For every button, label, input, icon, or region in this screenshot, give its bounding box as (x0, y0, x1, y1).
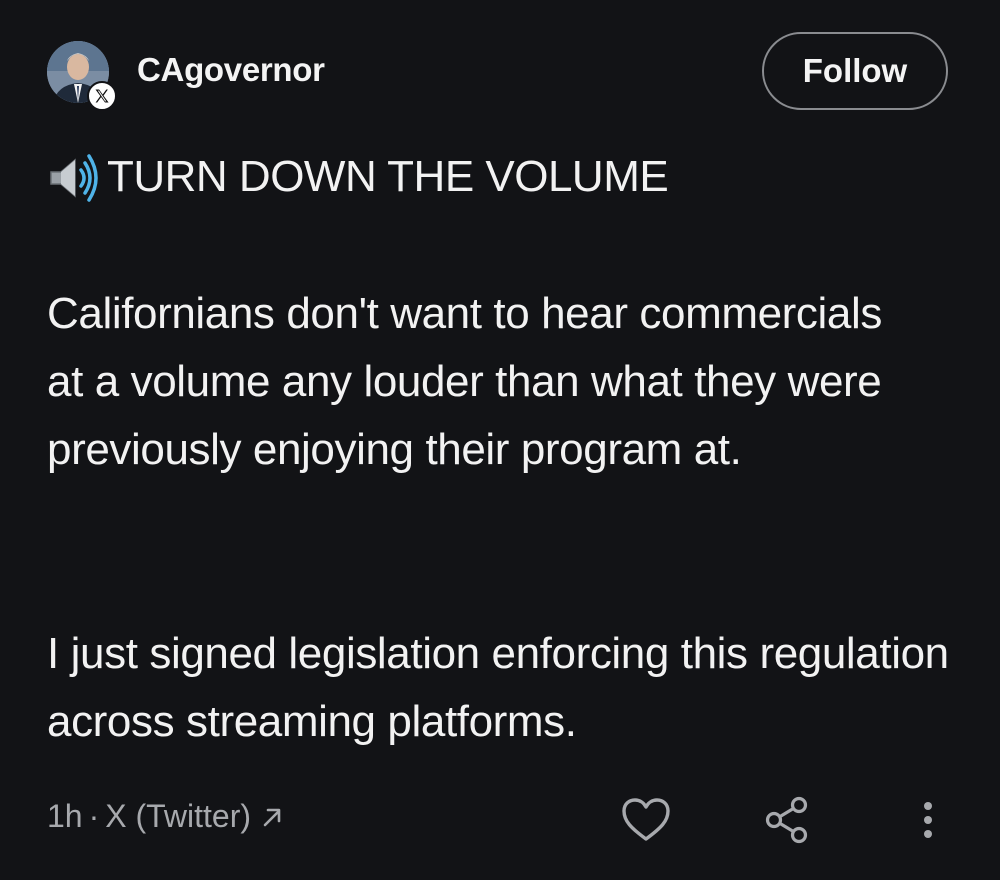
share-icon (765, 796, 808, 844)
like-button[interactable] (620, 795, 672, 845)
post-meta: 1h · X (Twitter) (47, 798, 285, 835)
share-button[interactable] (764, 795, 810, 845)
post-paragraph-1: Californians don't want to hear commerci… (47, 289, 882, 474)
x-logo-icon (87, 81, 117, 111)
post-paragraph-2: I just signed legislation enforcing this… (47, 629, 949, 746)
meta-separator: · (88, 798, 100, 834)
headline-text: TURN DOWN THE VOLUME (107, 152, 669, 201)
post-headline: TURN DOWN THE VOLUME (47, 148, 669, 206)
source-label: X (Twitter) (105, 798, 252, 834)
more-options-button[interactable] (916, 795, 940, 845)
username[interactable]: CAgovernor (137, 51, 325, 89)
source-link[interactable]: X (Twitter) (105, 798, 285, 835)
post-card: CAgovernor Follow TURN DOWN THE VOLUME C… (0, 0, 1000, 880)
avatar[interactable] (47, 41, 117, 111)
speaker-high-volume-icon (47, 148, 105, 206)
arrow-up-right-icon (263, 808, 281, 826)
follow-button[interactable]: Follow (762, 32, 948, 110)
more-vertical-icon (924, 802, 932, 838)
heart-icon (622, 798, 670, 841)
post-time: 1h (47, 798, 83, 834)
